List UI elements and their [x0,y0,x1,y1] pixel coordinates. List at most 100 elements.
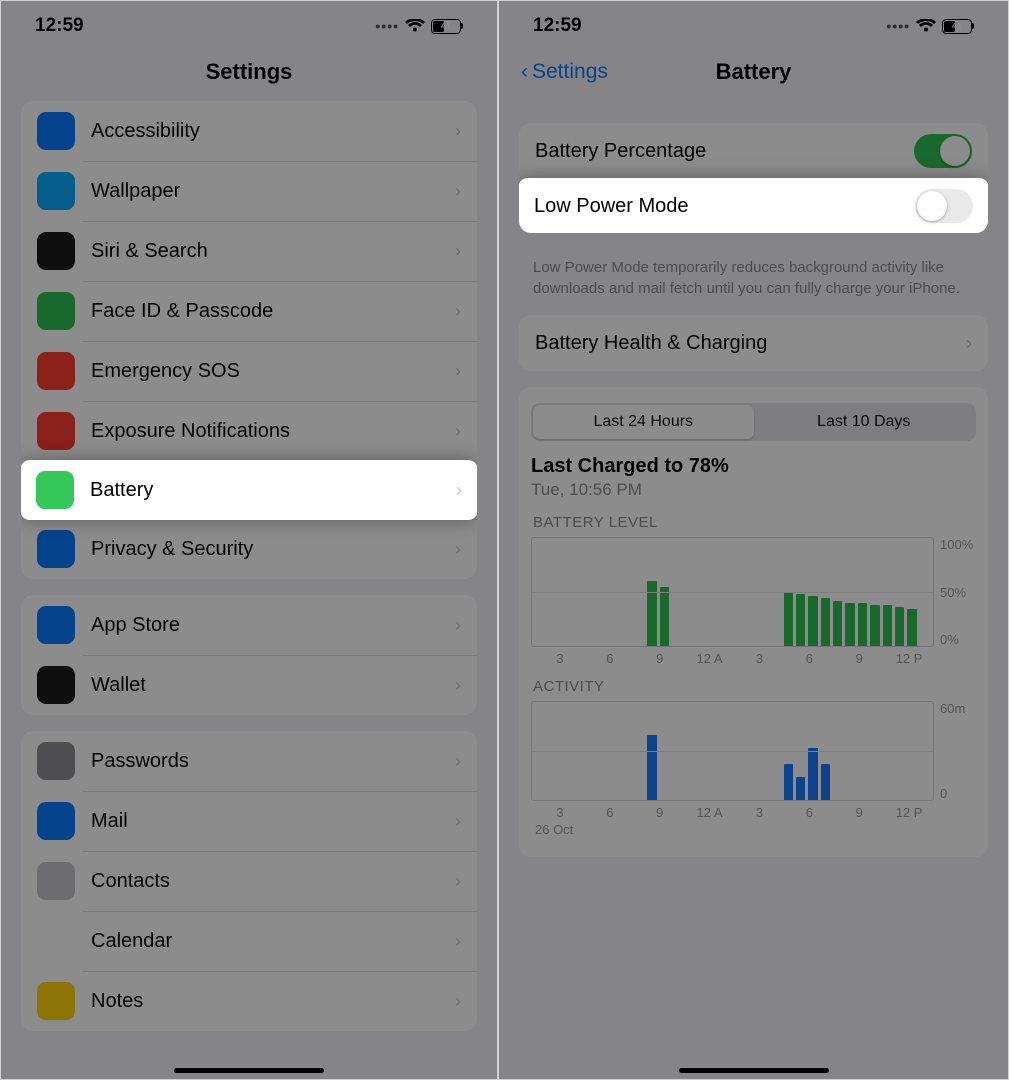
app-store-icon [37,606,75,644]
wifi-icon [916,19,936,33]
chart-title: BATTERY LEVEL [533,514,976,531]
passwords-icon [37,742,75,780]
faceid-icon [37,292,75,330]
chart-bar [796,777,805,800]
settings-row-wallpaper[interactable]: Wallpaper› [21,161,477,221]
time-range-segmented[interactable]: Last 24 Hours Last 10 Days [531,403,976,441]
chevron-left-icon: ‹ [521,60,528,84]
chevron-right-icon: › [455,241,461,262]
seg-last-10d[interactable]: Last 10 Days [754,405,975,439]
chart-bar [808,596,817,646]
battery-screen: 12:59 •••• 41 ‹ Settings Battery Battery… [498,0,1009,1080]
notes-icon [37,982,75,1020]
settings-row-contacts[interactable]: Contacts› [21,851,477,911]
row-label: Privacy & Security [91,538,455,561]
toggle-low-power-mode[interactable] [915,189,973,223]
page-title: Battery [716,59,792,85]
home-indicator[interactable] [174,1068,324,1073]
siri-search-icon [37,232,75,270]
status-bar: 12:59 •••• 41 [499,1,1008,47]
battery-icon: 41 [431,19,463,34]
row-label: Accessibility [91,120,455,143]
battery-level-chart: BATTERY LEVEL 100%50%0% 36912 A36912 P [519,514,988,674]
row-label: Battery Health & Charging [535,332,966,355]
row-label: Mail [91,810,455,833]
row-label: Emergency SOS [91,360,455,383]
calendar-icon [37,922,75,960]
row-label: Passwords [91,750,455,773]
row-battery-health[interactable]: Battery Health & Charging › [519,315,988,371]
back-label: Settings [532,60,608,84]
settings-row-faceid[interactable]: Face ID & Passcode› [21,281,477,341]
row-low-power-mode[interactable]: Low Power Mode [519,178,988,233]
chart-bar [784,592,793,646]
chart-bar [845,603,854,646]
chevron-right-icon: › [455,811,461,832]
chart-bar [647,581,656,646]
chevron-right-icon: › [455,675,461,696]
cell-signal-icon: •••• [886,18,910,34]
page-title: Settings [206,59,293,85]
settings-row-calendar[interactable]: Calendar› [21,911,477,971]
chevron-right-icon: › [455,751,461,772]
row-label: Battery [90,479,456,502]
chevron-right-icon: › [455,615,461,636]
chart-bar [895,607,904,646]
chart-bar [833,601,842,646]
chevron-right-icon: › [455,931,461,952]
chart-bar [883,605,892,646]
chart-bar [796,594,805,646]
settings-row-emergency-sos[interactable]: Emergency SOS› [21,341,477,401]
settings-row-mail[interactable]: Mail› [21,791,477,851]
chart-bar [784,764,793,800]
chart-bar [660,587,669,646]
settings-group: Passwords›Mail›Contacts›Calendar›Notes› [21,731,477,1031]
battery-icon: 41 [942,19,974,34]
settings-row-accessibility[interactable]: Accessibility› [21,101,477,161]
mail-icon [37,802,75,840]
chart-bar [821,764,830,800]
last-charged-sub: Tue, 10:56 PM [519,478,988,510]
settings-row-app-store[interactable]: App Store› [21,595,477,655]
back-button[interactable]: ‹ Settings [521,60,608,84]
chevron-right-icon: › [455,121,461,142]
status-time: 12:59 [533,15,582,37]
settings-screen: 12:59 •••• 41 Settings Accessibility›Wal… [0,0,498,1080]
activity-chart: ACTIVITY 60m0 36912 A36912 P 26 Oct [519,678,988,845]
settings-row-siri-search[interactable]: Siri & Search› [21,221,477,281]
wifi-icon [405,19,425,33]
cell-signal-icon: •••• [375,18,399,34]
chart-bar [808,748,817,800]
battery-icon [36,471,74,509]
row-label: Wallpaper [91,180,455,203]
toggle-battery-percentage[interactable] [914,134,972,168]
row-label: Battery Percentage [535,140,914,163]
settings-group: App Store›Wallet› [21,595,477,715]
accessibility-icon [37,112,75,150]
chart-bar [647,735,656,800]
row-label: Low Power Mode [534,195,915,218]
privacy-icon [37,530,75,568]
settings-row-passwords[interactable]: Passwords› [21,731,477,791]
chart-bar [870,605,879,646]
chart-bar [821,598,830,646]
chevron-right-icon: › [455,361,461,382]
settings-row-exposure[interactable]: Exposure Notifications› [21,401,477,461]
nav-header: ‹ Settings Battery [499,47,1008,97]
settings-group: Accessibility›Wallpaper›Siri & Search›Fa… [21,101,477,579]
home-indicator[interactable] [679,1068,829,1073]
wallet-icon [37,666,75,704]
chart-bar [858,603,867,646]
status-time: 12:59 [35,15,84,37]
contacts-icon [37,862,75,900]
row-label: App Store [91,614,455,637]
emergency-sos-icon [37,352,75,390]
settings-row-privacy[interactable]: Privacy & Security› [21,519,477,579]
chevron-right-icon: › [455,991,461,1012]
low-power-mode-description: Low Power Mode temporarily reduces backg… [499,249,1008,299]
row-battery-percentage[interactable]: Battery Percentage [519,123,988,179]
seg-last-24h[interactable]: Last 24 Hours [533,405,754,439]
settings-row-wallet[interactable]: Wallet› [21,655,477,715]
settings-row-battery[interactable]: Battery› [21,460,477,520]
settings-row-notes[interactable]: Notes› [21,971,477,1031]
